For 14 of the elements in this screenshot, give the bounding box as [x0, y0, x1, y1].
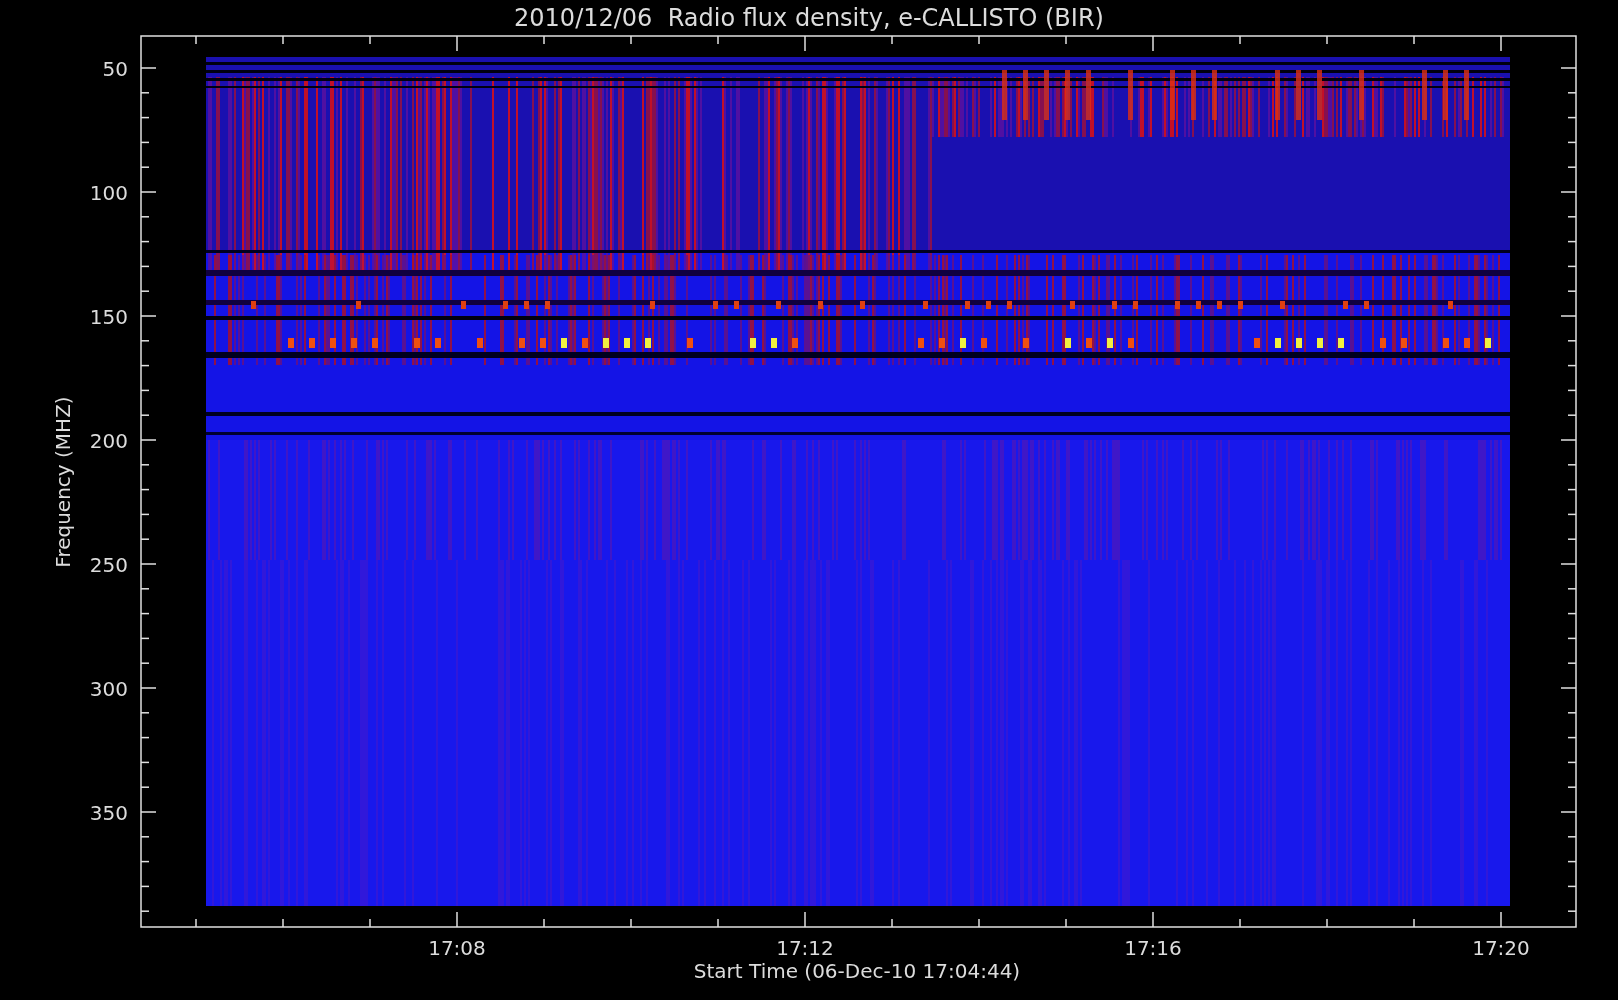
- y-tick-label: 200: [89, 429, 128, 453]
- x-tick-label: 17:08: [428, 936, 486, 960]
- y-tick-label: 250: [89, 553, 128, 577]
- x-tick-label: 17:12: [776, 936, 834, 960]
- x-tick-label: 17:16: [1124, 936, 1182, 960]
- chart-title: 2010/12/06 Radio flux density, e-CALLISTO (BIR): [514, 4, 1104, 32]
- y-tick-label: 150: [89, 305, 128, 329]
- y-tick-label: 350: [89, 801, 128, 825]
- y-tick-label: 100: [89, 181, 128, 205]
- y-tick-label: 50: [102, 57, 128, 81]
- x-tick-label: 17:20: [1472, 936, 1530, 960]
- x-axis-title: Start Time (06-Dec-10 17:04:44): [693, 959, 1021, 983]
- y-tick-label: 300: [89, 677, 128, 701]
- y-axis-title: Frequency (MHZ): [51, 396, 75, 568]
